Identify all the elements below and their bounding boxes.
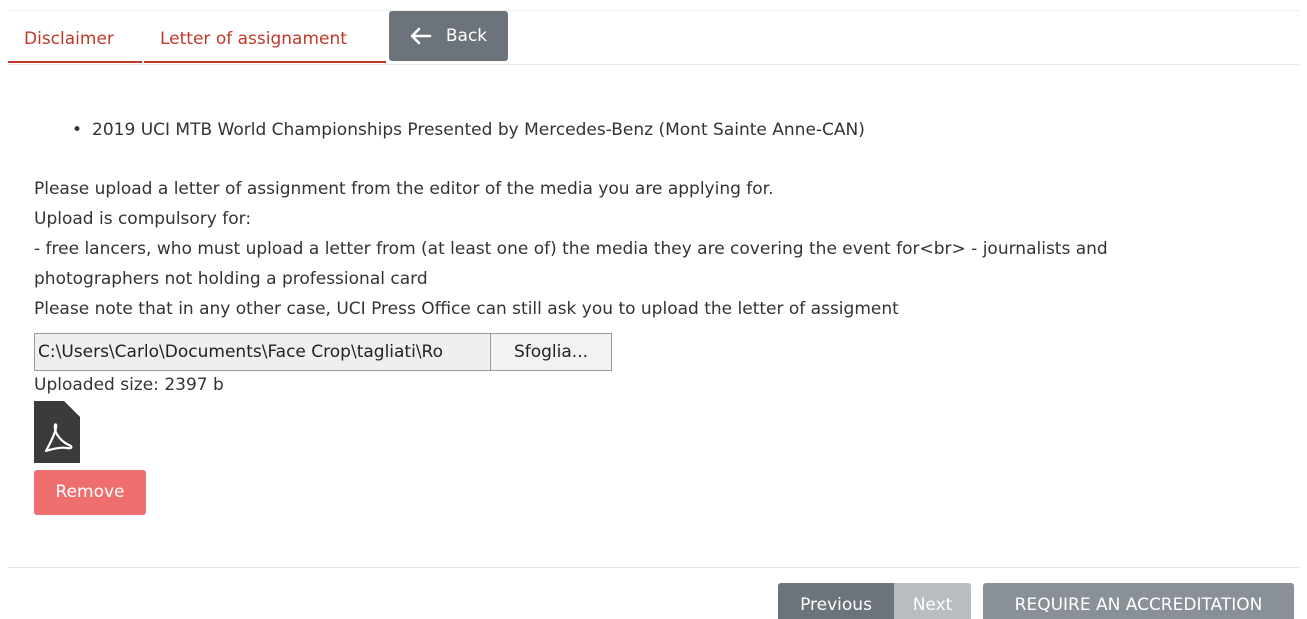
event-list-item: • 2019 UCI MTB World Championships Presen…	[72, 120, 865, 140]
arrow-left-icon	[410, 27, 432, 45]
pagination-buttons: Previous Next	[778, 583, 971, 619]
instruction-line: Upload is compulsory for:	[34, 209, 252, 229]
bullet: •	[72, 120, 83, 140]
uploaded-size-text: Uploaded size: 2397 b	[34, 375, 224, 395]
next-button[interactable]: Next	[894, 583, 971, 619]
back-button-label: Back	[445, 26, 488, 46]
upload-instructions: Please upload a letter of assignment fro…	[34, 174, 1264, 324]
pdf-file-icon[interactable]	[34, 401, 80, 463]
tabs-bar: Disclaimer Letter of assignament Back	[8, 11, 1299, 65]
instruction-line: Please upload a letter of assignment fro…	[34, 179, 774, 199]
file-upload-control: C:\Users\Carlo\Documents\Face Crop\tagli…	[34, 333, 612, 371]
file-path-input[interactable]: C:\Users\Carlo\Documents\Face Crop\tagli…	[34, 333, 490, 371]
previous-button[interactable]: Previous	[778, 583, 894, 619]
instruction-line: - free lancers, who must upload a letter…	[34, 239, 1108, 259]
footer-divider	[8, 567, 1299, 568]
browse-button[interactable]: Sfoglia...	[490, 333, 612, 371]
instruction-line: Please note that in any other case, UCI …	[34, 299, 899, 319]
tab-disclaimer[interactable]: Disclaimer	[8, 25, 142, 63]
remove-button[interactable]: Remove	[34, 470, 146, 515]
page: Disclaimer Letter of assignament Back • 2…	[0, 0, 1307, 619]
tab-letter-of-assignment[interactable]: Letter of assignament	[144, 25, 386, 63]
instruction-line: photographers not holding a professional…	[34, 269, 428, 289]
back-button[interactable]: Back	[389, 11, 508, 61]
event-name: 2019 UCI MTB World Championships Present…	[92, 120, 865, 140]
require-accreditation-button[interactable]: REQUIRE AN ACCREDITATION	[983, 583, 1294, 619]
